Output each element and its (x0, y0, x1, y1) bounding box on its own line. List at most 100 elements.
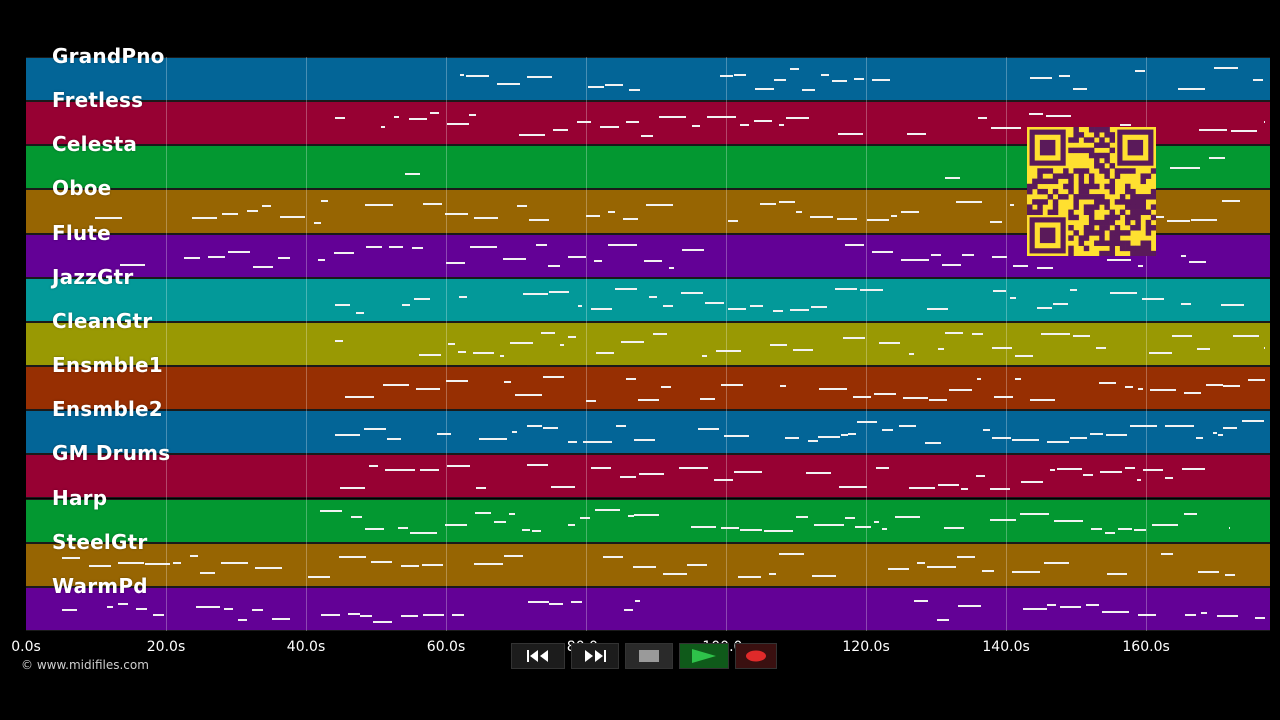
midi-note (503, 555, 524, 558)
midi-note (1022, 608, 1047, 611)
qr-module (1109, 235, 1116, 241)
qr-module (1109, 163, 1116, 169)
qr-module (1083, 194, 1090, 200)
midi-note (1165, 424, 1194, 427)
midi-note (368, 465, 378, 468)
midi-note (567, 524, 576, 527)
midi-note (496, 83, 521, 86)
midi-note (608, 211, 616, 214)
qr-module (1109, 132, 1116, 138)
midi-note (977, 116, 987, 119)
midi-note (1221, 200, 1240, 203)
qr-module (1039, 139, 1056, 156)
record-button[interactable] (735, 643, 777, 669)
midi-note (355, 311, 364, 314)
midi-note (503, 257, 527, 260)
qr-module (1088, 173, 1095, 179)
qr-module (1073, 137, 1079, 143)
midi-note (1057, 468, 1083, 471)
midi-note (320, 199, 329, 202)
qr-module (1125, 230, 1131, 236)
qr-module (1130, 204, 1136, 210)
midi-note (1248, 379, 1265, 382)
qr-module (1125, 199, 1131, 205)
midi-note (553, 128, 568, 131)
qr-module (1047, 194, 1054, 200)
midi-note (335, 434, 360, 437)
midi-note (805, 472, 831, 475)
midi-note (1135, 70, 1146, 73)
midi-note (401, 304, 410, 307)
midi-note (770, 344, 787, 347)
midi-note (956, 555, 975, 558)
midi-note (628, 515, 635, 518)
midi-note (1222, 427, 1238, 430)
qr-module (1042, 199, 1048, 205)
qr-module (1094, 132, 1100, 138)
fast-forward-button[interactable] (571, 643, 619, 669)
midi-note (723, 434, 749, 437)
midi-note (975, 474, 985, 477)
qr-module (1125, 240, 1131, 246)
grid-line (866, 57, 868, 631)
midi-note (445, 380, 469, 383)
qr-module (1125, 219, 1131, 226)
qr-module (1145, 194, 1152, 200)
qr-module (1073, 127, 1079, 133)
midi-note (458, 295, 468, 298)
midi-note (1012, 570, 1040, 573)
qr-module (1099, 219, 1105, 226)
midi-note (991, 255, 1008, 258)
midi-note (895, 516, 921, 519)
rewind-button[interactable] (511, 643, 565, 669)
qr-module (1037, 168, 1043, 174)
qr-module (1130, 214, 1136, 221)
midi-note (527, 600, 550, 603)
qr-module (1140, 245, 1146, 252)
track-label: Oboe (52, 176, 112, 201)
qr-module (1099, 225, 1105, 231)
midi-note (340, 486, 365, 489)
qr-module (1114, 225, 1121, 231)
midi-note (882, 528, 888, 531)
midi-note (944, 527, 965, 530)
qr-module (1104, 225, 1110, 231)
grid-line (306, 57, 308, 631)
midi-note (466, 74, 490, 77)
midi-note (624, 609, 634, 612)
midi-note (422, 613, 445, 616)
qr-module (1037, 188, 1043, 195)
qr-module (1140, 178, 1146, 185)
qr-module (1140, 250, 1146, 256)
qr-module (1068, 173, 1074, 179)
midi-note (727, 308, 747, 311)
midi-note (990, 519, 1017, 522)
track-lane (26, 57, 1270, 102)
qr-module (1150, 194, 1156, 200)
midi-note (750, 305, 764, 308)
play-button[interactable] (679, 643, 729, 669)
stop-button[interactable] (625, 643, 673, 669)
midi-note (1015, 377, 1021, 380)
qr-module (1052, 209, 1059, 216)
midi-note (621, 341, 645, 344)
qr-module (1135, 199, 1141, 205)
midi-note (117, 562, 144, 565)
track-lane (26, 277, 1270, 322)
qr-module (1094, 204, 1100, 210)
qr-module (1104, 127, 1110, 133)
qr-module (1140, 194, 1146, 200)
midi-note (510, 341, 534, 344)
midi-note (1181, 255, 1187, 258)
midi-note (518, 134, 546, 137)
qr-module (1109, 183, 1116, 190)
midi-note (852, 395, 871, 398)
qr-module (1109, 214, 1116, 221)
track-label: Ensmble1 (52, 353, 163, 378)
midi-note (429, 112, 439, 115)
midi-note (1020, 512, 1050, 515)
qr-module (1135, 225, 1141, 231)
qr-module (1099, 230, 1105, 236)
midi-note (1060, 605, 1081, 608)
midi-note (401, 615, 418, 618)
